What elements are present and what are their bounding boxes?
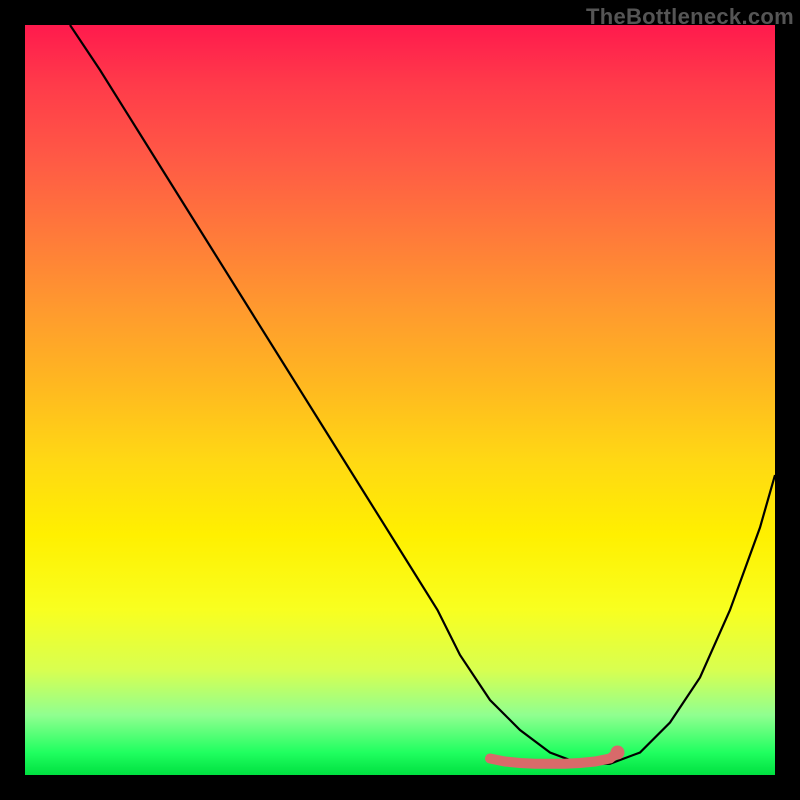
plot-area [25, 25, 775, 775]
bottleneck-curve [70, 25, 775, 764]
chart-svg [25, 25, 775, 775]
watermark-text: TheBottleneck.com [586, 4, 794, 30]
optimal-marker-dot [611, 746, 625, 760]
chart-container: TheBottleneck.com [0, 0, 800, 800]
